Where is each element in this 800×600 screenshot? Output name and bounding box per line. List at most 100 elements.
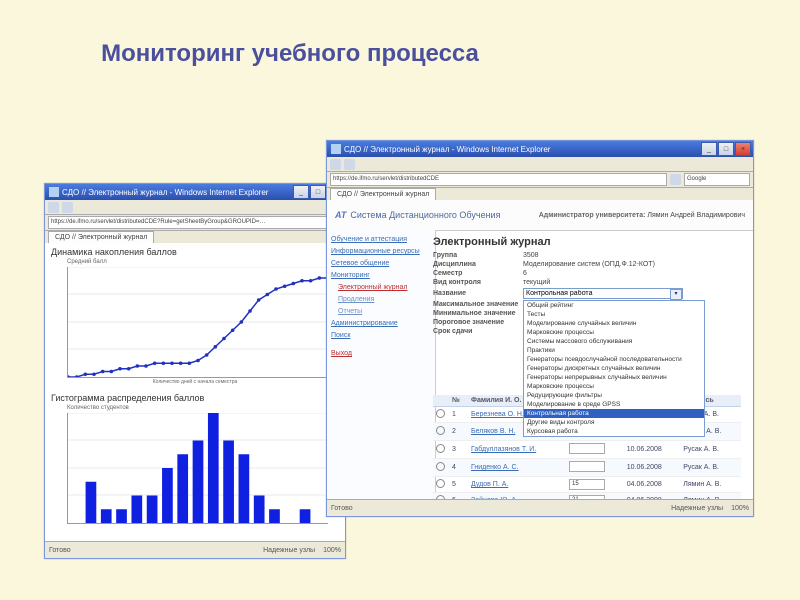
right-window: СДО // Электронный журнал - Windows Inte… <box>326 140 754 517</box>
field-label: Семестр <box>433 270 523 277</box>
address-bar-row: https://de.ifmo.ru/servlet/distributedCD… <box>327 172 753 188</box>
main-panel: Электронный журнал Группа3508 Дисциплина… <box>427 230 747 500</box>
maximize-button[interactable]: □ <box>718 142 734 156</box>
field-label: Дисциплина <box>433 261 523 268</box>
app-header: AT Система Дистанционного Обучения Админ… <box>327 200 753 231</box>
address-bar[interactable]: https://de.ifmo.ru/servlet/distributedCD… <box>48 216 342 229</box>
chart2 <box>67 413 328 524</box>
sidebar-logout[interactable]: Выход <box>331 348 431 360</box>
close-button[interactable]: × <box>735 142 751 156</box>
dropdown-option[interactable]: Системы массового обслуживания <box>524 337 704 346</box>
cell-name[interactable]: Габдуллазянов Т. И. <box>468 441 566 459</box>
table-row[interactable]: 3Габдуллазянов Т. И.10.06.2008Русак А. В… <box>433 441 741 459</box>
titlebar[interactable]: СДО // Электронный журнал - Windows Inte… <box>45 184 345 200</box>
chart2-svg <box>68 413 328 523</box>
page-content: AT Система Дистанционного Обучения Админ… <box>327 200 753 500</box>
status-text: Готово <box>49 547 71 554</box>
dropdown-option[interactable]: Другие виды контроля <box>524 418 704 427</box>
dropdown-option[interactable]: Практики <box>524 346 704 355</box>
app-icon <box>331 144 341 154</box>
table-row[interactable]: 4Гниденко А. С. 10.06.2008Русак А. В. <box>433 459 741 477</box>
sidebar: Обучение и аттестация Информационные рес… <box>327 230 436 500</box>
cell-name[interactable]: Дудов П. А. <box>468 477 566 493</box>
field-label: Вид контроля <box>433 279 523 286</box>
chart1-svg <box>68 267 328 377</box>
app-icon <box>49 187 59 197</box>
back-icon[interactable] <box>48 202 59 213</box>
table-row[interactable]: 5Дудов П. А.1504.06.2008Лямин А. В. <box>433 477 741 493</box>
sidebar-item-journal[interactable]: Электронный журнал <box>331 282 431 294</box>
minimize-button[interactable]: _ <box>701 142 717 156</box>
page-title: Электронный журнал <box>433 236 741 248</box>
minimize-button[interactable]: _ <box>293 185 309 199</box>
cell-sign: Русак А. В. <box>680 459 741 477</box>
status-bar: Готово Надежные узлы 100% <box>327 499 753 516</box>
refresh-icon[interactable] <box>670 174 681 185</box>
cell-name[interactable]: Гниденко А. С. <box>468 459 566 477</box>
dropdown-option[interactable]: Контрольная работа <box>524 409 704 418</box>
cell-score[interactable] <box>566 441 624 459</box>
sidebar-item[interactable]: Отчеты <box>331 306 431 318</box>
status-trust: Надежные узлы <box>671 505 723 512</box>
maximize-button[interactable]: □ <box>310 185 326 199</box>
cell-sign: Лямин А. В. <box>680 477 741 493</box>
dropdown-option[interactable]: Генераторы непрерывных случайных величин <box>524 373 704 382</box>
row-radio[interactable] <box>436 409 445 418</box>
row-radio[interactable] <box>436 444 445 453</box>
search-box[interactable]: Google <box>684 173 750 186</box>
sidebar-item[interactable]: Сетевое общение <box>331 258 431 270</box>
sidebar-item[interactable]: Администрирование <box>331 318 431 330</box>
dropdown-option[interactable]: Моделирование случайных величин <box>524 319 704 328</box>
dropdown-option[interactable]: Редуцирующие фильтры <box>524 391 704 400</box>
cell-num: 5 <box>449 477 468 493</box>
field-value: 6 <box>523 270 527 277</box>
cell-score[interactable] <box>566 459 624 477</box>
sidebar-item[interactable]: Обучение и аттестация <box>331 234 431 246</box>
sidebar-item-monitoring[interactable]: Мониторинг <box>331 270 431 282</box>
page-content: Динамика накопления баллов Средний балл … <box>45 243 345 542</box>
titlebar[interactable]: СДО // Электронный журнал - Windows Inte… <box>327 141 753 157</box>
field-label: Срок сдачи <box>433 328 523 335</box>
cell-score[interactable]: 15 <box>566 477 624 493</box>
row-radio[interactable] <box>436 426 445 435</box>
dropdown-list[interactable]: Общий рейтинг Тесты Моделирование случай… <box>523 300 705 437</box>
slide-title: Мониторинг учебного процесса <box>0 0 540 68</box>
field-label: Минимальное значение <box>433 310 523 317</box>
dropdown-option[interactable]: Генераторы дискретных случайных величин <box>524 364 704 373</box>
sidebar-item[interactable]: Информационные ресурсы <box>331 246 431 258</box>
forward-icon[interactable] <box>62 202 73 213</box>
dropdown-option[interactable]: Генераторы псевдослучайной последователь… <box>524 355 704 364</box>
dropdown-option[interactable]: Марковские процессы <box>524 328 704 337</box>
window-title: СДО // Электронный журнал - Windows Inte… <box>344 145 550 154</box>
dropdown-option[interactable]: Тесты <box>524 310 704 319</box>
field-value: текущий <box>523 279 550 286</box>
chart2-ylabel: Количество студентов <box>45 405 345 411</box>
row-radio[interactable] <box>436 479 445 488</box>
dropdown-option[interactable]: Моделирование в среде GPSS <box>524 400 704 409</box>
col-num: № <box>449 395 468 407</box>
chart1-xlabel: Количество дней с начала семестра <box>45 379 345 385</box>
cell-date: 10.06.2008 <box>624 459 680 477</box>
cell-num: 4 <box>449 459 468 477</box>
forward-icon[interactable] <box>344 159 355 170</box>
dropdown-input[interactable] <box>523 288 683 299</box>
sidebar-item[interactable]: Продления <box>331 294 431 306</box>
back-icon[interactable] <box>330 159 341 170</box>
dropdown-option[interactable]: Марковские процессы <box>524 382 704 391</box>
status-text: Готово <box>331 505 353 512</box>
chevron-down-icon[interactable]: ▾ <box>670 289 682 300</box>
cell-num: 3 <box>449 441 468 459</box>
address-bar[interactable]: https://de.ifmo.ru/servlet/distributedCD… <box>330 173 667 186</box>
nav-toolbar <box>45 200 345 215</box>
sidebar-item[interactable]: Поиск <box>331 330 431 342</box>
dropdown-option[interactable]: Общий рейтинг <box>524 301 704 310</box>
admin-info: Администратор университета: Лямин Андрей… <box>539 212 745 219</box>
dropdown-option[interactable]: Курсовая работа <box>524 427 704 436</box>
row-radio[interactable] <box>436 462 445 471</box>
app-logo: AT <box>335 210 346 220</box>
status-trust: Надежные узлы <box>263 547 315 554</box>
control-type-dropdown[interactable]: ▾ Общий рейтинг Тесты Моделирование случ… <box>523 288 683 299</box>
chart1-ylabel: Средний балл <box>45 259 345 265</box>
field-label: Группа <box>433 252 523 259</box>
chart1 <box>67 267 328 378</box>
